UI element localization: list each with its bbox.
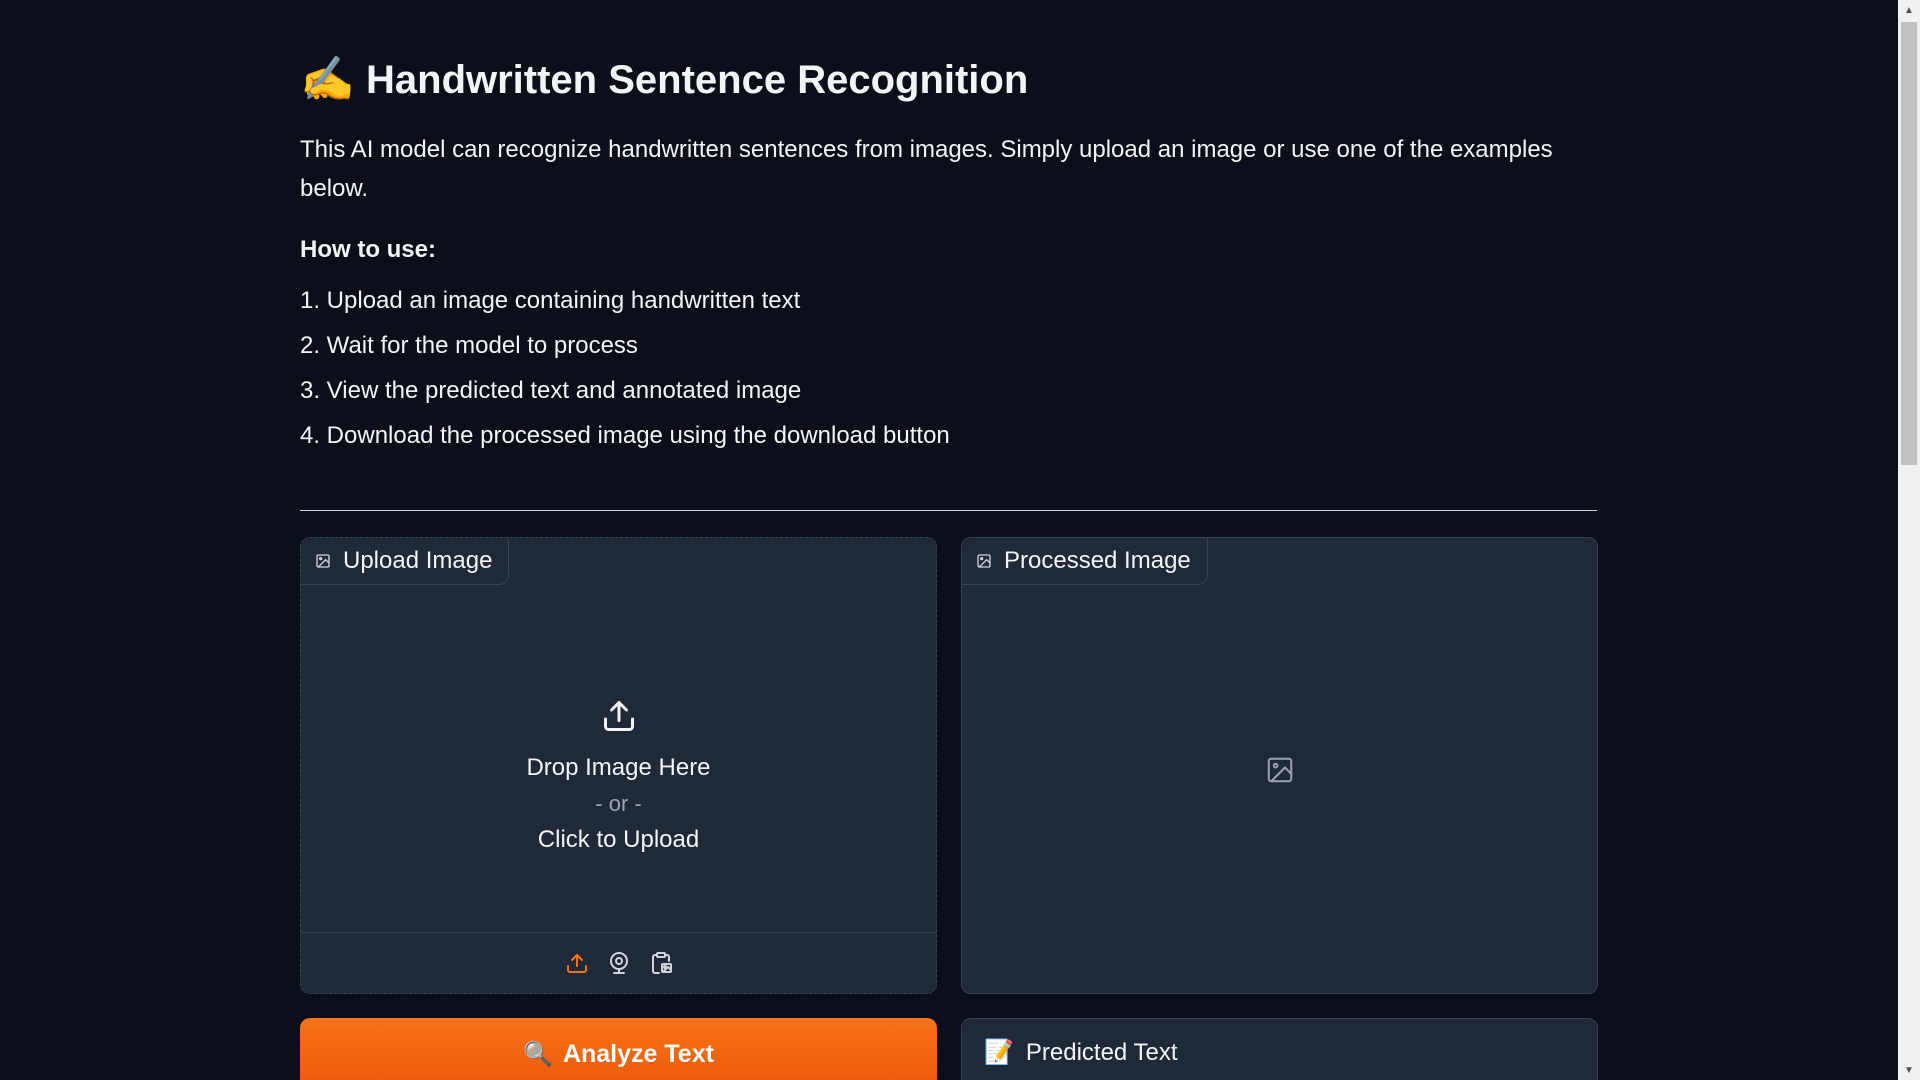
processed-image-panel: Processed Image (961, 537, 1598, 994)
step-item: 1. Upload an image containing handwritte… (300, 287, 801, 314)
page-scrollbar[interactable]: ▲ ▼ (1898, 0, 1920, 1080)
memo-icon: 📝 (984, 1039, 1014, 1066)
click-to-upload-text: Click to Upload (537, 825, 700, 853)
image-drop-zone[interactable]: Drop Image Here - or - Click to Upload (301, 585, 936, 970)
intro-text: This AI model can recognize handwritten … (300, 136, 1553, 202)
how-to-title: How to use: (300, 236, 436, 263)
drop-image-text: Drop Image Here (526, 753, 711, 781)
magnifier-icon: 🔍 (523, 1040, 553, 1068)
upload-image-label-text: Upload Image (343, 547, 493, 574)
step-item: 3. View the predicted text and annotated… (300, 377, 802, 404)
clipboard-icon (651, 952, 672, 974)
upload-icon (566, 954, 587, 973)
app-page: ✍️ Handwritten Sentence Recognition This… (0, 0, 1920, 1080)
divider (300, 510, 1597, 511)
webcam-source-button[interactable] (606, 950, 632, 976)
webcam-icon (609, 952, 628, 974)
page-title: Handwritten Sentence Recognition (366, 58, 1029, 102)
step-item: 4. Download the processed image using th… (300, 422, 950, 449)
upload-image-panel: Upload Image Drop Image Here - or - Clic… (300, 537, 937, 994)
image-icon (977, 554, 991, 568)
analyze-text-button[interactable]: 🔍 Analyze Text (300, 1018, 937, 1080)
processed-image-label: Processed Image (962, 538, 1208, 585)
analyze-text-label: Analyze Text (562, 1039, 714, 1068)
upload-arrow-icon (603, 700, 634, 731)
source-selector (301, 932, 936, 993)
upload-image-label: Upload Image (301, 538, 510, 585)
processed-image-label-text: Processed Image (1004, 547, 1191, 574)
clipboard-source-button[interactable] (648, 950, 674, 976)
upload-source-button[interactable] (564, 950, 590, 976)
predicted-text-label: Predicted Text (1025, 1039, 1178, 1066)
how-to-steps: 1. Upload an image containing handwritte… (300, 278, 950, 458)
or-separator: - or - (595, 790, 642, 816)
image-icon (316, 554, 330, 568)
scroll-down-arrow-icon[interactable]: ▼ (1898, 1060, 1920, 1080)
scrollbar-thumb[interactable] (1901, 22, 1917, 465)
predicted-text-panel: 📝 Predicted Text (961, 1018, 1598, 1080)
empty-image-placeholder-icon (1267, 757, 1292, 782)
step-item: 2. Wait for the model to process (300, 332, 638, 359)
scroll-up-arrow-icon[interactable]: ▲ (1898, 0, 1920, 20)
writing-hand-icon: ✍️ (300, 55, 355, 104)
header: ✍️ Handwritten Sentence Recognition (300, 56, 1028, 104)
